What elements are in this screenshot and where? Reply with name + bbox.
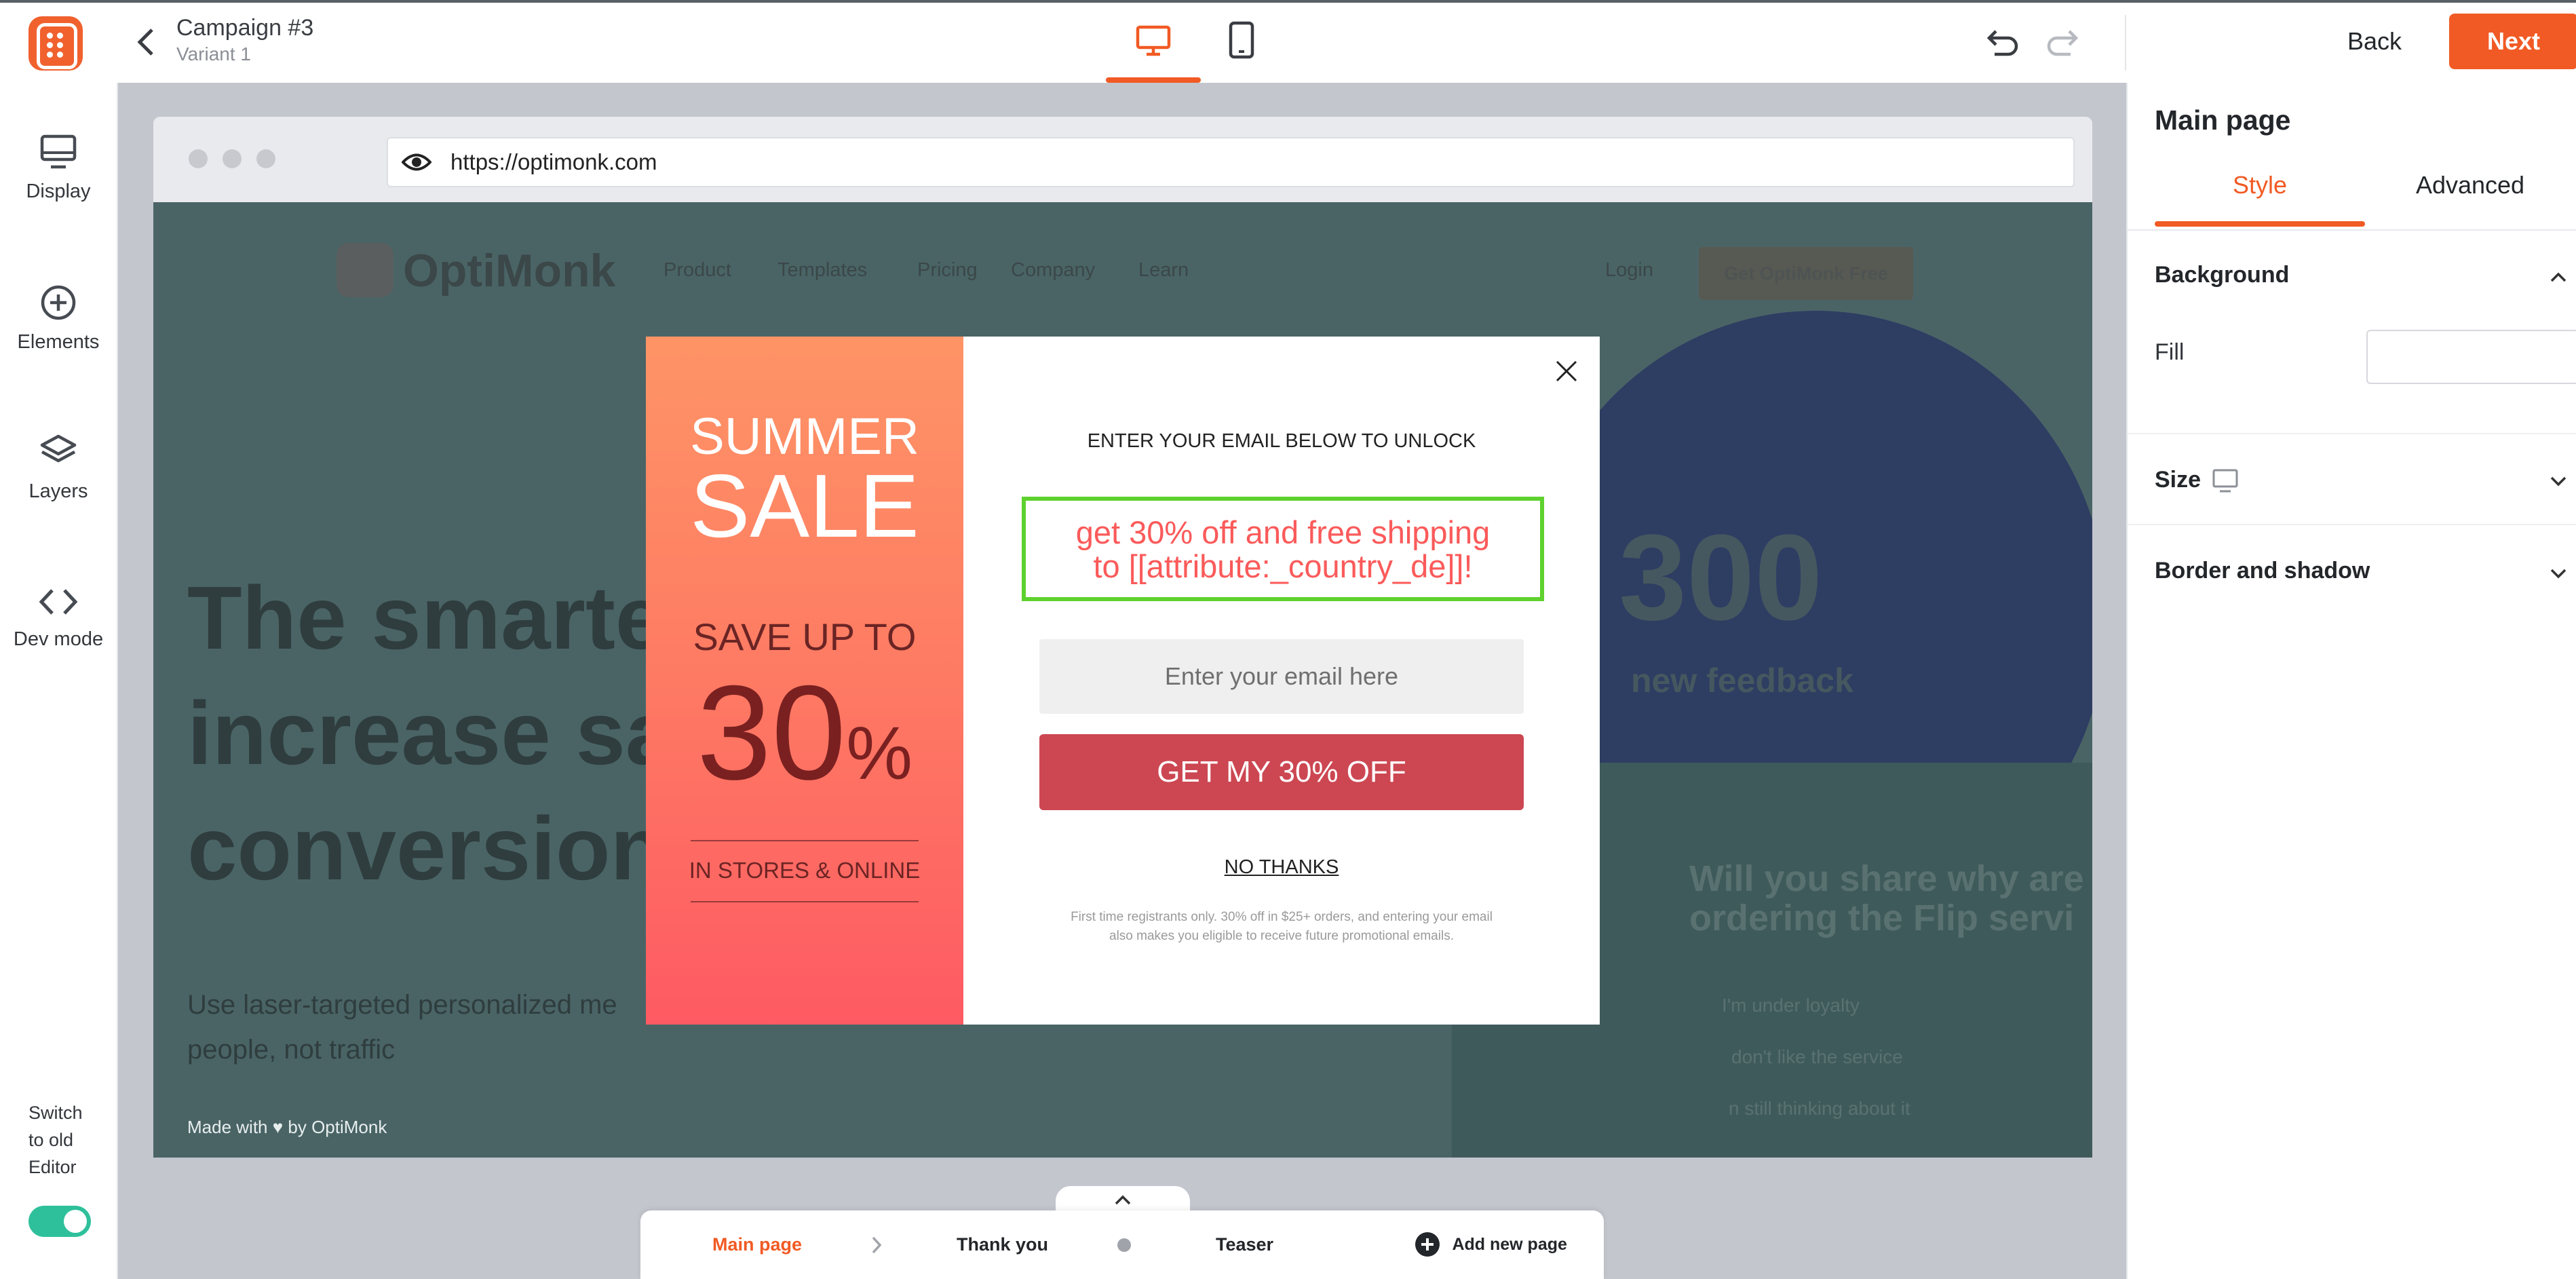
desktop-view-button[interactable] <box>1106 20 1201 83</box>
redo-icon[interactable] <box>2045 26 2079 60</box>
next-button[interactable]: Next <box>2449 14 2576 69</box>
top-bar <box>0 0 2576 84</box>
switch-editor-toggle[interactable] <box>28 1206 91 1237</box>
site-login: Login <box>1605 259 1653 281</box>
section-divider <box>2128 433 2576 434</box>
window-dot <box>223 149 242 168</box>
window-dot <box>256 149 275 168</box>
popup-left-panel[interactable]: SUMMER SALE SAVE UP TO 30% IN STORES & O… <box>646 337 963 1025</box>
background-section-header[interactable]: Background <box>2155 262 2289 288</box>
chevron-down-icon[interactable] <box>2548 475 2569 489</box>
mobile-icon <box>1229 21 1254 59</box>
tab-style[interactable]: Style <box>2155 171 2365 199</box>
site-stat-number: 300 <box>1619 510 1823 646</box>
chevron-right-icon <box>872 1236 882 1254</box>
add-circle-icon <box>1415 1232 1440 1257</box>
page-separator-dot <box>1117 1238 1131 1252</box>
chevron-up-icon[interactable] <box>2548 270 2569 284</box>
site-logo-icon <box>337 243 393 297</box>
site-survey-title: Will you share why are ordering the Flip… <box>1689 858 2084 938</box>
window-dot <box>189 149 208 168</box>
switch-editor-label: Switch to old Editor <box>28 1103 83 1177</box>
variant-label[interactable]: Variant 1 <box>176 43 251 65</box>
tabs-divider <box>2128 229 2576 231</box>
email-input[interactable]: Enter your email here <box>1039 639 1524 714</box>
page-tab-thank-you[interactable]: Thank you <box>957 1234 1048 1255</box>
site-nav-learn: Learn <box>1138 259 1189 281</box>
sale-text: SALE <box>690 456 919 556</box>
back-button[interactable]: Back <box>2319 14 2430 69</box>
layers-icon <box>40 434 77 463</box>
stores-text: IN STORES & ONLINE <box>689 858 921 883</box>
site-nav-product: Product <box>664 259 731 281</box>
desktop-icon <box>1136 25 1171 56</box>
site-hero: The smarte increase sa conversion <box>187 568 676 898</box>
top-border <box>0 0 2576 3</box>
eye-icon <box>402 153 431 171</box>
add-new-page-button[interactable]: Add new page <box>1414 1231 1567 1258</box>
border-shadow-section-header[interactable]: Border and shadow <box>2155 558 2370 584</box>
chevron-up-icon <box>1115 1195 1131 1205</box>
monitor-icon <box>40 134 77 169</box>
section-divider <box>2128 524 2576 525</box>
nav-layers[interactable]: Layers <box>0 433 117 503</box>
offer-text-selected[interactable]: get 30% off and free shipping to [[attri… <box>1022 497 1544 601</box>
back-arrow-icon[interactable] <box>136 27 156 60</box>
desktop-small-icon <box>2212 469 2238 493</box>
undo-icon[interactable] <box>1986 26 2020 60</box>
code-icon <box>39 589 78 615</box>
nav-dev-mode[interactable]: Dev mode <box>0 585 117 651</box>
fill-color-picker[interactable] <box>2366 330 2576 384</box>
site-survey-option: I'm under loyalty <box>1722 995 1860 1016</box>
add-new-page-label: Add new page <box>1452 1234 1567 1254</box>
page-tab-teaser[interactable]: Teaser <box>1216 1234 1273 1255</box>
nav-display[interactable]: Display <box>0 133 117 203</box>
site-survey-option: don't like the service <box>1731 1046 1903 1067</box>
fill-label: Fill <box>2155 339 2185 365</box>
popup-headline[interactable]: ENTER YOUR EMAIL BELOW TO UNLOCK <box>963 430 1600 453</box>
site-subheadline: Use laser-targeted personalized me peopl… <box>187 990 617 1065</box>
site-stat-label: new feedback <box>1631 662 1853 700</box>
size-section-header[interactable]: Size <box>2155 467 2201 493</box>
site-nav-pricing: Pricing <box>917 259 978 281</box>
tab-advanced[interactable]: Advanced <box>2365 171 2575 199</box>
nav-layers-label: Layers <box>28 480 88 502</box>
nav-dev-mode-label: Dev mode <box>13 628 104 650</box>
panel-title: Main page <box>2155 104 2291 136</box>
tab-style-indicator <box>2155 221 2365 227</box>
chevron-down-icon[interactable] <box>2548 567 2569 581</box>
url-text: https://optimonk.com <box>450 149 657 174</box>
nav-elements[interactable]: Elements <box>0 284 117 354</box>
percent-off: 30% <box>696 657 913 807</box>
url-bar: https://optimonk.com <box>387 137 2075 187</box>
optimonk-logo[interactable] <box>28 16 83 71</box>
popup-right-panel[interactable]: ENTER YOUR EMAIL BELOW TO UNLOCK get 30%… <box>963 337 1600 1025</box>
save-up-to-text: SAVE UP TO <box>693 615 917 658</box>
plus-circle-icon <box>41 285 76 320</box>
get-offer-button[interactable]: GET MY 30% OFF <box>1039 734 1524 810</box>
no-thanks-link[interactable]: NO THANKS <box>963 856 1600 879</box>
site-survey-option: n still thinking about it <box>1729 1098 1910 1119</box>
toolbar-divider <box>2125 15 2126 71</box>
divider-bottom <box>691 901 919 902</box>
fine-print[interactable]: First time registrants only. 30% off in … <box>963 908 1600 946</box>
site-nav-company: Company <box>1011 259 1096 281</box>
nav-elements-label: Elements <box>17 331 100 353</box>
campaign-title[interactable]: Campaign #3 <box>176 15 313 41</box>
nav-display-label: Display <box>26 180 91 202</box>
site-nav-templates: Templates <box>777 259 868 281</box>
site-cta-button: Get OptiMonk Free <box>1699 247 1913 300</box>
divider-top <box>691 840 919 841</box>
made-with-label: Made with ♥ by OptiMonk <box>187 1117 387 1137</box>
mobile-view-button[interactable] <box>1228 20 1269 75</box>
close-icon[interactable] <box>1555 360 1578 383</box>
page-tab-main[interactable]: Main page <box>712 1234 802 1255</box>
site-brand: OptiMonk <box>403 245 616 297</box>
